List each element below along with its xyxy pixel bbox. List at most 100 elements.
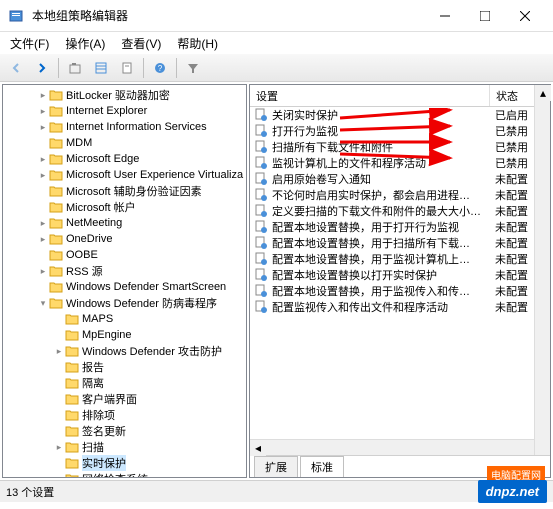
tree-item[interactable]: ▸NetMeeting (5, 215, 244, 231)
expand-icon[interactable]: ▸ (53, 346, 65, 357)
menu-file[interactable]: 文件(F) (4, 33, 55, 54)
maximize-button[interactable] (465, 2, 505, 30)
tree-label: BitLocker 驱动器加密 (66, 87, 170, 103)
tree-item[interactable]: Microsoft 帐户 (5, 199, 244, 215)
app-icon (8, 8, 24, 24)
tree-item[interactable]: ▸Windows Defender 攻击防护 (5, 343, 244, 359)
tree-label: 扫描 (82, 439, 104, 455)
tree-item[interactable]: MpEngine (5, 327, 244, 343)
list-row[interactable]: 配置本地设置替换，用于打开行为监视未配置 (250, 219, 550, 235)
forward-button[interactable] (30, 56, 54, 80)
tree-item[interactable]: 排除项 (5, 407, 244, 423)
expand-icon[interactable]: ▸ (37, 170, 49, 181)
expand-icon[interactable]: ▸ (37, 106, 49, 117)
tree-item[interactable]: MDM (5, 135, 244, 151)
tree-item[interactable]: MAPS (5, 311, 244, 327)
scroll-left-icon[interactable]: ◂ (250, 440, 266, 456)
folder-icon (49, 265, 63, 277)
expand-icon[interactable]: ▸ (37, 266, 49, 277)
expand-icon[interactable]: ▸ (37, 154, 49, 165)
tree-item[interactable]: ▸RSS 源 (5, 263, 244, 279)
folder-icon (65, 313, 79, 325)
folder-icon (49, 297, 63, 309)
tree-item[interactable]: 客户端界面 (5, 391, 244, 407)
scroll-up-icon[interactable]: ▴ (535, 85, 551, 101)
tree-item[interactable]: ▸ 扫描 (5, 439, 244, 455)
close-button[interactable] (505, 2, 545, 30)
scrollbar-horizontal[interactable]: ◂ (250, 439, 534, 455)
tree-label: Microsoft User Experience Virtualiza (66, 169, 243, 181)
expand-icon[interactable]: ▸ (37, 90, 49, 101)
tree-item[interactable]: ▸Microsoft Edge (5, 151, 244, 167)
tree-label: 签名更新 (82, 423, 126, 439)
tree-label: Microsoft 帐户 (66, 199, 136, 215)
tree-item[interactable]: Windows Defender SmartScreen (5, 279, 244, 295)
filter-button[interactable] (181, 56, 205, 80)
tree-item[interactable]: ▸ Microsoft User Experience Virtualiza (5, 167, 244, 183)
list-header: 设置 状态 (250, 85, 550, 107)
back-button[interactable] (4, 56, 28, 80)
tab-extended[interactable]: 扩展 (254, 456, 298, 477)
setting-name: 关闭实时保护 (272, 107, 495, 123)
menu-help[interactable]: 帮助(H) (171, 33, 224, 54)
properties-button[interactable] (115, 56, 139, 80)
tab-standard[interactable]: 标准 (300, 456, 344, 477)
policy-icon (254, 204, 268, 218)
tree-item[interactable]: 报告 (5, 359, 244, 375)
list-row[interactable]: 启用原始卷写入通知未配置 (250, 171, 550, 187)
list-row[interactable]: 关闭实时保护已启用 (250, 107, 550, 123)
tree-label: Windows Defender 防病毒程序 (66, 295, 217, 311)
up-button[interactable] (63, 56, 87, 80)
folder-icon (49, 153, 63, 165)
minimize-button[interactable] (425, 2, 465, 30)
titlebar: 本地组策略编辑器 (0, 0, 553, 32)
expand-icon[interactable]: ▸ (37, 218, 49, 229)
list-row[interactable]: 配置本地设置替换，用于监视传入和传…未配置 (250, 283, 550, 299)
list-row[interactable]: 监视计算机上的文件和程序活动已禁用 (250, 155, 550, 171)
folder-icon (65, 377, 79, 389)
expand-icon[interactable]: ▸ (53, 442, 65, 453)
tree-item[interactable]: ▸OneDrive (5, 231, 244, 247)
tree-item[interactable]: 实时保护 (5, 455, 244, 471)
list-row[interactable]: 配置本地设置替换，用于扫描所有下载…未配置 (250, 235, 550, 251)
tree-label: MAPS (82, 313, 113, 325)
column-setting[interactable]: 设置 (250, 85, 490, 106)
scrollbar-vertical[interactable]: ▴ (534, 85, 550, 455)
expand-icon[interactable]: ▸ (37, 122, 49, 133)
tree-pane[interactable]: ▸ BitLocker 驱动器加密▸Internet Explorer▸Inter… (2, 84, 247, 478)
svg-text:?: ? (158, 64, 163, 73)
tree-item[interactable]: 签名更新 (5, 423, 244, 439)
list-row[interactable]: 不论何时启用实时保护，都会启用进程…未配置 (250, 187, 550, 203)
tree-label: 报告 (82, 359, 104, 375)
list-button[interactable] (89, 56, 113, 80)
tree-item[interactable]: ▸ BitLocker 驱动器加密 (5, 87, 244, 103)
expand-icon[interactable]: ▸ (37, 234, 49, 245)
tree-label: Microsoft 辅助身份验证因素 (66, 183, 202, 199)
tree-item[interactable]: ▾ Windows Defender 防病毒程序 (5, 295, 244, 311)
list-row[interactable]: 扫描所有下载文件和附件已禁用 (250, 139, 550, 155)
tree-item[interactable]: 隔离 (5, 375, 244, 391)
expand-icon[interactable]: ▾ (37, 298, 49, 309)
help-button[interactable]: ? (148, 56, 172, 80)
policy-icon (254, 188, 268, 202)
tree-item[interactable]: Microsoft 辅助身份验证因素 (5, 183, 244, 199)
list-row[interactable]: 配置监视传入和传出文件和程序活动未配置 (250, 299, 550, 315)
tree-item[interactable]: 网络检查系统 (5, 471, 244, 478)
folder-icon (49, 233, 63, 245)
list-row[interactable]: 定义要扫描的下载文件和附件的最大大小…未配置 (250, 203, 550, 219)
folder-icon (49, 201, 63, 213)
setting-name: 配置本地设置替换，用于监视传入和传… (272, 283, 495, 299)
list-row[interactable]: 配置本地设置替换，用于监视计算机上…未配置 (250, 251, 550, 267)
list-row[interactable]: 打开行为监视已禁用 (250, 123, 550, 139)
tree-item[interactable]: ▸Internet Information Services (5, 119, 244, 135)
tree-item[interactable]: ▸Internet Explorer (5, 103, 244, 119)
tree-item[interactable]: OOBE (5, 247, 244, 263)
menu-view[interactable]: 查看(V) (115, 33, 167, 54)
setting-name: 启用原始卷写入通知 (272, 171, 495, 187)
list-row[interactable]: 配置本地设置替换以打开实时保护未配置 (250, 267, 550, 283)
folder-icon (65, 361, 79, 373)
setting-name: 打开行为监视 (272, 123, 495, 139)
folder-icon (49, 249, 63, 261)
menu-action[interactable]: 操作(A) (59, 33, 111, 54)
setting-name: 配置监视传入和传出文件和程序活动 (272, 299, 495, 315)
